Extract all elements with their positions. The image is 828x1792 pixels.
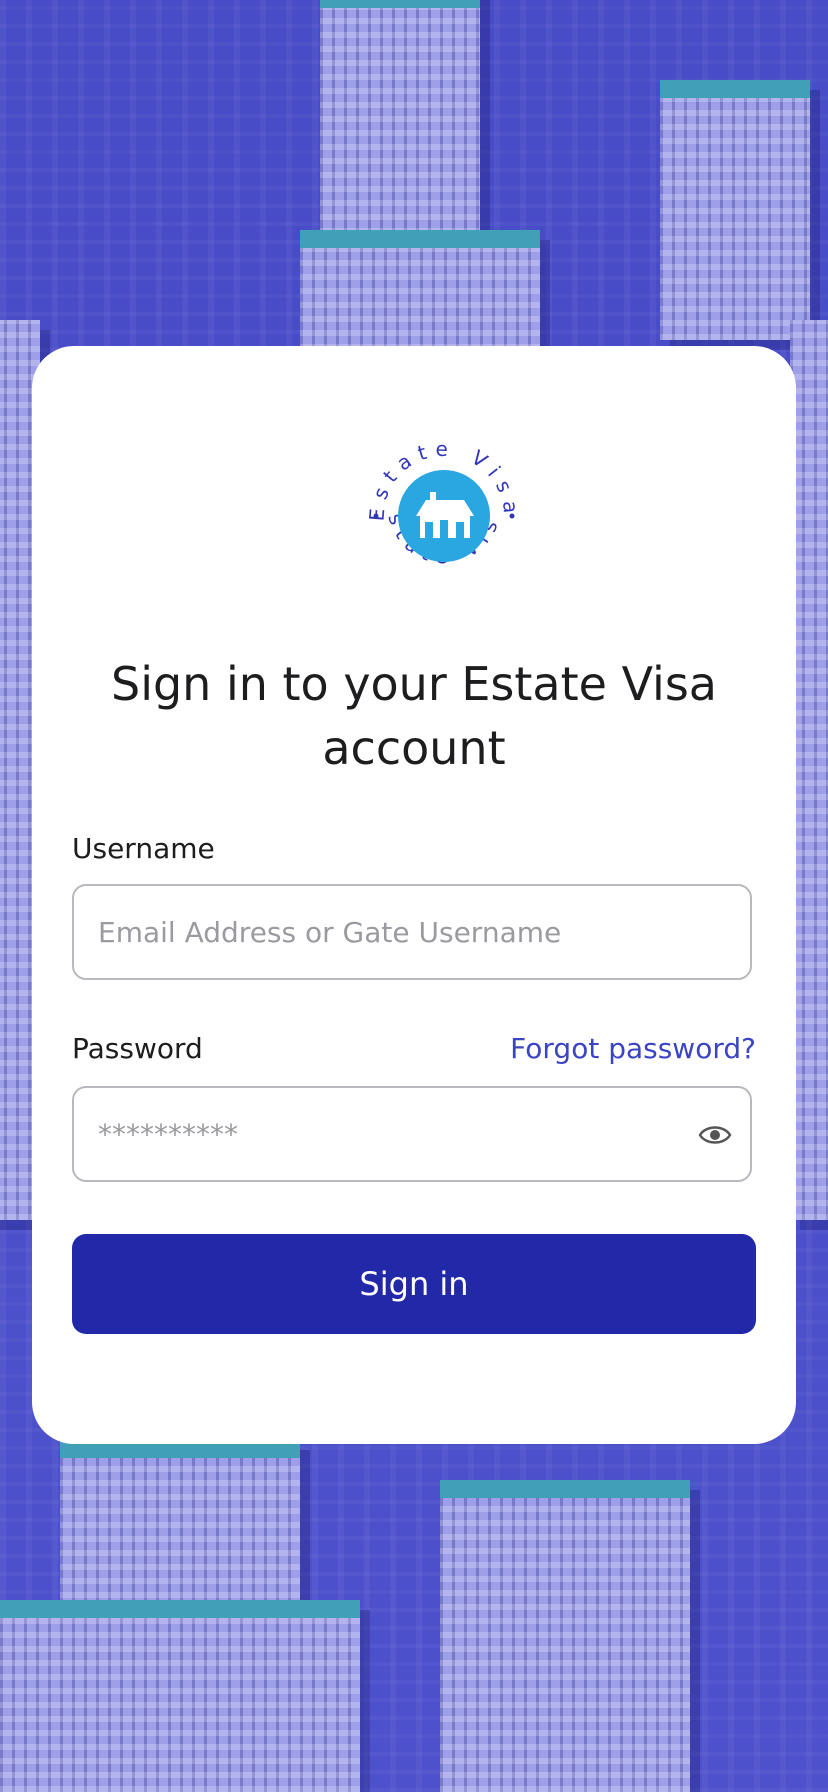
forgot-password-link[interactable]: Forgot password? <box>510 1032 756 1065</box>
sign-in-button[interactable]: Sign in <box>72 1234 756 1334</box>
background-building <box>660 80 810 340</box>
password-label: Password <box>72 1032 203 1065</box>
page-title: Sign in to your Estate Visa account <box>111 657 717 775</box>
background-building <box>300 230 540 350</box>
username-placeholder: Email Address or Gate Username <box>98 915 562 949</box>
estate-visa-logo: Estate Visa Estate Visa <box>364 436 516 568</box>
username-label: Username <box>72 832 215 865</box>
password-input[interactable]: ********** <box>72 1086 752 1182</box>
username-input[interactable]: Email Address or Gate Username <box>72 884 752 980</box>
sign-in-card: Estate Visa Estate Visa Sign in to your … <box>32 346 796 1444</box>
background-building <box>440 1480 690 1792</box>
background-building <box>0 1600 360 1792</box>
password-value: ********** <box>98 1117 238 1151</box>
eye-icon[interactable] <box>698 1120 732 1150</box>
